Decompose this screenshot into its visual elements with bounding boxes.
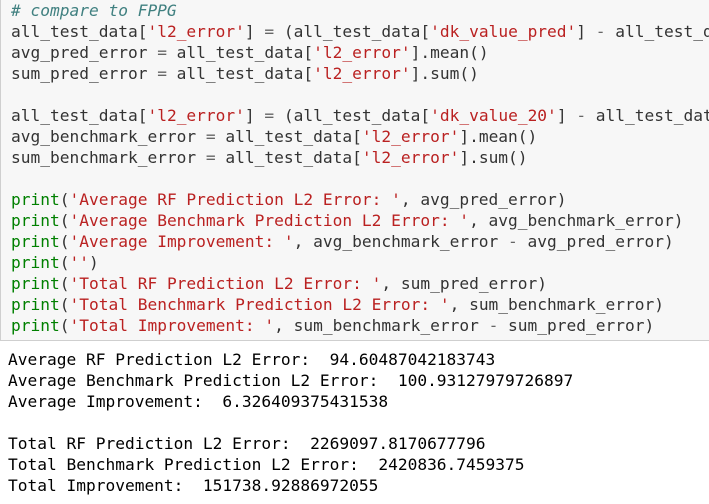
code-line: # compare to FPPG <box>11 0 709 21</box>
code-token: ] <box>556 106 577 125</box>
code-token: , avg_pred_error) <box>400 190 567 209</box>
code-line: all_test_data['l2_error'] = (all_test_da… <box>11 21 709 42</box>
code-token: ].mean() <box>459 127 538 146</box>
code-token: all_test_data[ <box>215 148 362 167</box>
code-token: - <box>576 106 587 125</box>
code-token: all_test_da <box>615 22 709 41</box>
code-token: 'dk_value_pred' <box>430 22 577 41</box>
code-line: print('Average Benchmark Prediction L2 E… <box>11 210 709 231</box>
code-token: print <box>11 232 60 251</box>
output-line: Average Improvement: 6.326409375431538 <box>8 392 389 411</box>
code-token: (all_test_data[ <box>274 22 431 41</box>
code-token: ] <box>244 22 265 41</box>
code-token: '' <box>69 253 89 272</box>
code-token: = <box>264 22 275 41</box>
code-token: 'l2_error' <box>147 106 245 125</box>
code-token: 'Average Improvement: ' <box>69 232 294 251</box>
code-token: 'Average RF Prediction L2 Error: ' <box>69 190 401 209</box>
output-line: Total RF Prediction L2 Error: 2269097.81… <box>8 434 486 453</box>
code-token: , sum_benchmark_error <box>274 316 489 335</box>
code-token: 'dk_value_20' <box>430 106 557 125</box>
code-token: avg_pred_error) <box>517 232 674 251</box>
code-token: - <box>508 232 518 251</box>
code-token: = <box>264 106 275 125</box>
code-token: 'Total Improvement: ' <box>69 316 275 335</box>
code-line: print('') <box>11 252 709 273</box>
code-token: - <box>488 316 499 335</box>
code-line: print('Total RF Prediction L2 Error: ', … <box>11 273 709 294</box>
code-line: sum_benchmark_error = all_test_data['l2_… <box>11 147 709 168</box>
code-token: , sum_pred_error) <box>381 274 548 293</box>
code-token: ].sum() <box>459 148 528 167</box>
code-token: 'Total RF Prediction L2 Error: ' <box>69 274 382 293</box>
code-token: 'l2_error' <box>361 127 460 146</box>
code-token: 'l2_error' <box>313 43 411 62</box>
code-line: sum_pred_error = all_test_data['l2_error… <box>11 63 709 84</box>
code-token: sum_pred_error) <box>498 316 655 335</box>
code-cell-output: Average RF Prediction L2 Error: 94.60487… <box>8 349 573 496</box>
code-token: all_test_data <box>586 106 709 125</box>
code-token: print <box>11 253 60 272</box>
code-token: all_test_data[ <box>166 43 314 62</box>
code-token: - <box>595 22 606 41</box>
code-line: print('Total Benchmark Prediction L2 Err… <box>11 294 709 315</box>
code-token: all_test_data[ <box>11 22 148 41</box>
code-token: 'l2_error' <box>361 148 460 167</box>
code-token: print <box>11 211 60 230</box>
code-token: ) <box>88 253 99 272</box>
code-line: print('Average Improvement: ', avg_bench… <box>11 231 709 252</box>
output-line: Average Benchmark Prediction L2 Error: 1… <box>8 371 574 390</box>
code-token: , avg_benchmark_error) <box>469 211 684 230</box>
code-token: sum_pred_error <box>11 64 158 83</box>
code-token: 'l2_error' <box>313 64 411 83</box>
code-token: , avg_benchmark_error <box>293 232 509 251</box>
code-token: ].mean() <box>410 43 489 62</box>
output-line: Total Improvement: 151738.92886972055 <box>8 476 379 495</box>
code-token: ] <box>244 106 265 125</box>
code-token: = <box>157 43 167 62</box>
output-line: Total Benchmark Prediction L2 Error: 242… <box>8 455 525 474</box>
code-token: avg_benchmark_error <box>11 127 206 146</box>
code-token: 'l2_error' <box>147 22 245 41</box>
code-line: print('Total Improvement: ', sum_benchma… <box>11 315 709 336</box>
code-token: all_test_data[ <box>215 127 362 146</box>
code-token: = <box>205 148 216 167</box>
code-line: all_test_data['l2_error'] = (all_test_da… <box>11 105 709 126</box>
code-token: print <box>11 316 60 335</box>
code-token: all_test_data[ <box>11 106 148 125</box>
code-token: = <box>205 127 216 146</box>
code-token: 'Average Benchmark Prediction L2 Error: … <box>69 211 470 230</box>
code-token: (all_test_data[ <box>274 106 431 125</box>
code-token: print <box>11 190 60 209</box>
code-token: , sum_benchmark_error) <box>449 295 664 314</box>
code-token: # compare to FPPG <box>11 1 177 20</box>
code-token: print <box>11 274 60 293</box>
code-cell-input[interactable]: # compare to FPPG all_test_data['l2_error… <box>0 0 709 341</box>
code-token: = <box>157 64 167 83</box>
code-line: print('Average RF Prediction L2 Error: '… <box>11 189 709 210</box>
output-line: Average RF Prediction L2 Error: 94.60487… <box>8 350 496 369</box>
code-token: sum_benchmark_error <box>11 148 206 167</box>
code-token: avg_pred_error <box>11 43 158 62</box>
code-token: ].sum() <box>410 64 479 83</box>
code-token: all_test_data[ <box>166 64 314 83</box>
code-editor[interactable]: # compare to FPPG all_test_data['l2_error… <box>11 0 709 336</box>
code-token: ] <box>576 22 596 41</box>
code-token: 'Total Benchmark Prediction L2 Error: ' <box>69 295 450 314</box>
code-line: avg_benchmark_error = all_test_data['l2_… <box>11 126 709 147</box>
code-line: avg_pred_error = all_test_data['l2_error… <box>11 42 709 63</box>
code-token: print <box>11 295 60 314</box>
